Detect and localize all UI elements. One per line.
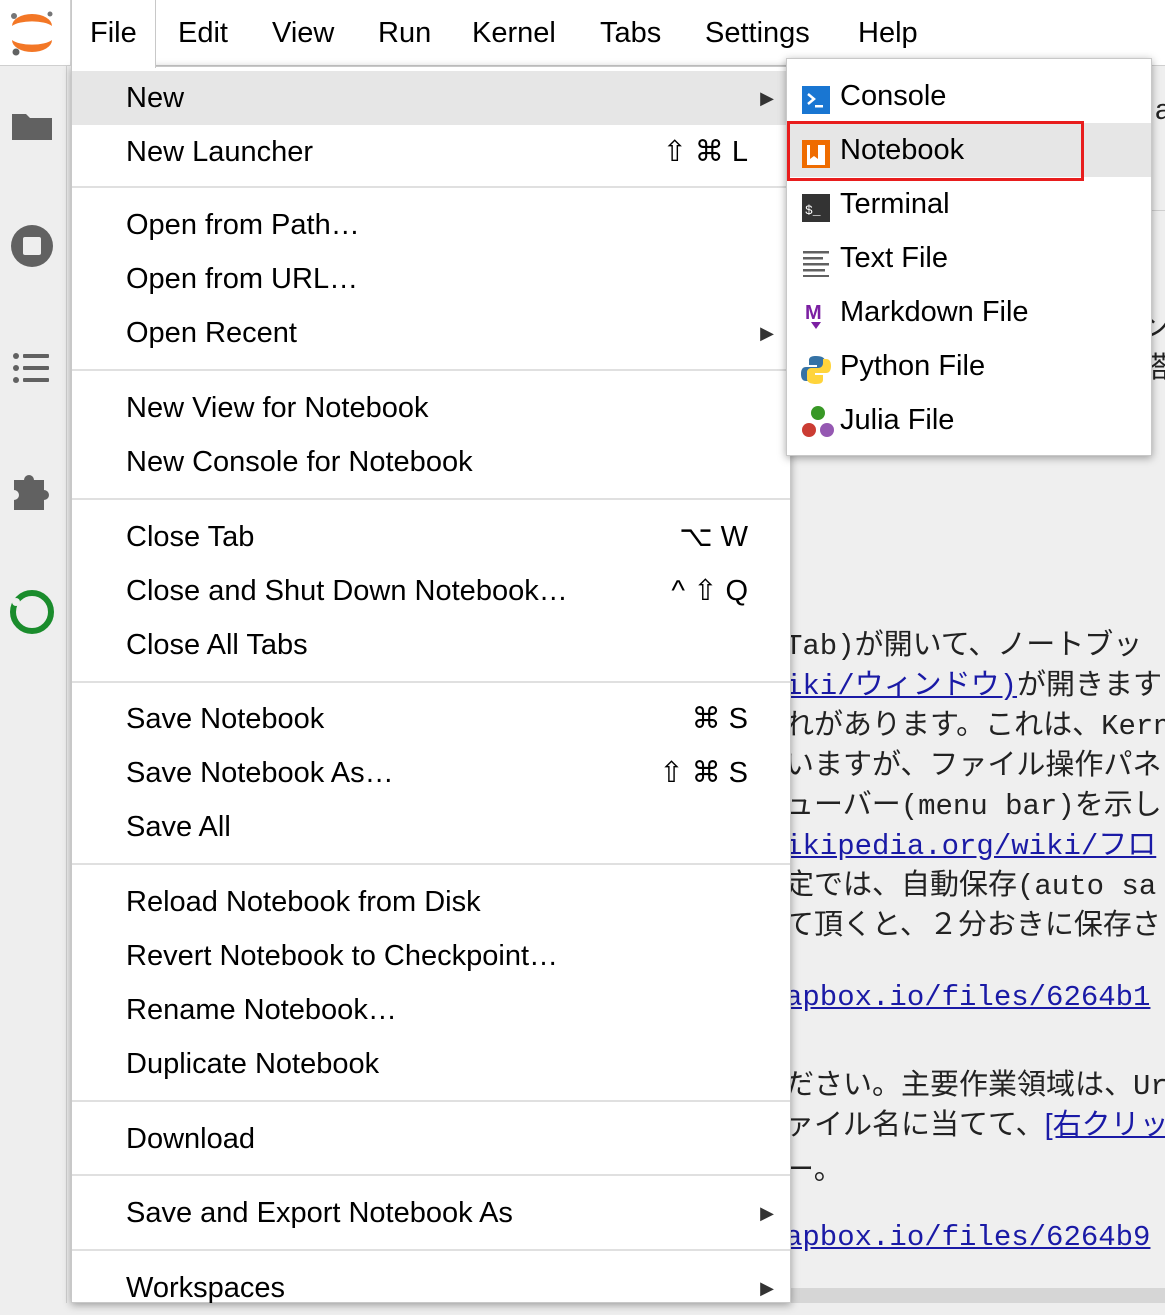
markdown-icon: M [800, 296, 832, 329]
menu-item-open-recent[interactable]: Open Recent ▶ [72, 306, 790, 360]
separator [72, 186, 790, 188]
menu-item-duplicate[interactable]: Duplicate Notebook [72, 1037, 790, 1091]
shortcut: ⇧ ⌘ L [662, 136, 748, 168]
menu-item-reload[interactable]: Reload Notebook from Disk [72, 875, 790, 929]
menu-item-new-view[interactable]: New View for Notebook [72, 381, 790, 435]
menu-help[interactable]: Help [840, 0, 936, 66]
chevron-right-icon: ▶ [760, 323, 774, 343]
folder-icon[interactable] [8, 102, 56, 150]
separator [72, 369, 790, 371]
content-fragment: a [1155, 94, 1165, 126]
shortcut: ⇧ ⌘ S [659, 757, 748, 789]
new-terminal-item[interactable]: $_ Terminal [787, 177, 1151, 231]
new-console-item[interactable]: Console [787, 69, 1151, 123]
new-markdown-file-item[interactable]: M Markdown File [787, 285, 1151, 339]
content-line: ューバー(menu bar)を示し [785, 790, 1162, 823]
horizontal-scrollbar[interactable] [785, 1288, 1165, 1303]
chevron-right-icon: ▶ [760, 1278, 774, 1298]
menu-item-download[interactable]: Download [72, 1112, 790, 1166]
file-menu: New ▶ New Launcher ⇧ ⌘ L Open from Path… O… [71, 66, 791, 1304]
menu-item-save-as[interactable]: Save Notebook As… ⇧ ⌘ S [72, 746, 790, 800]
table-of-contents-icon[interactable] [8, 344, 56, 392]
shortcut: ⌘ S [691, 703, 748, 735]
terminal-icon: $_ [800, 188, 832, 222]
svg-text:$_: $_ [805, 203, 821, 218]
menu-item-open-from-path[interactable]: Open from Path… [72, 198, 790, 252]
shortcut: ⌥ W [679, 521, 748, 553]
menu-item-revert[interactable]: Revert Notebook to Checkpoint… [72, 929, 790, 983]
content-line: れがあります。これは、Kern [785, 710, 1165, 743]
separator [72, 1249, 790, 1251]
menu-tabs[interactable]: Tabs [582, 0, 679, 66]
menu-item-rename[interactable]: Rename Notebook… [72, 983, 790, 1037]
menubar: File Edit View Run Kernel Tabs Settings … [0, 0, 1165, 68]
separator [72, 1100, 790, 1102]
running-kernels-icon[interactable] [8, 222, 56, 270]
menu-item-new[interactable]: New ▶ [72, 71, 790, 125]
extension-puzzle-icon[interactable] [8, 466, 56, 514]
menu-item-new-console[interactable]: New Console for Notebook [72, 435, 790, 489]
menu-item-save-all[interactable]: Save All [72, 800, 790, 854]
chevron-right-icon: ▶ [760, 1203, 774, 1223]
content-link[interactable]: apbox.io/files/6264b9 [785, 1221, 1150, 1254]
content-line: いますが、ファイル操作パネ [785, 750, 1162, 783]
content-line: ー。 [785, 1154, 843, 1186]
menu-item-save[interactable]: Save Notebook ⌘ S [72, 692, 790, 746]
content-link[interactable]: iki/ウィンドウ) [785, 670, 1017, 703]
separator [72, 498, 790, 500]
notebook-highlight-box [787, 121, 1084, 181]
separator [72, 863, 790, 865]
separator [72, 1174, 790, 1176]
shortcut: ^ ⇧ Q [671, 575, 748, 607]
content-line: て頂くと、２分おきに保存さ [785, 910, 1161, 943]
new-julia-file-item[interactable]: Julia File [787, 393, 1151, 447]
menu-edit[interactable]: Edit [160, 0, 246, 66]
menu-kernel[interactable]: Kernel [454, 0, 574, 66]
content-line: ァイル名に当てて、[右クリッ [785, 1101, 1165, 1143]
chevron-right-icon: ▶ [760, 88, 774, 108]
menu-item-workspaces[interactable]: Workspaces ▶ [72, 1261, 790, 1315]
git-status-icon[interactable] [8, 588, 56, 636]
content-link[interactable]: apbox.io/files/6264b1 [785, 981, 1150, 1014]
menu-item-close-tab[interactable]: Close Tab ⌥ W [72, 510, 790, 564]
left-sidebar [0, 66, 67, 1303]
menu-file[interactable]: File [71, 0, 156, 68]
text-file-icon [800, 242, 832, 277]
new-text-file-item[interactable]: Text File [787, 231, 1151, 285]
menu-item-new-launcher[interactable]: New Launcher ⇧ ⌘ L [72, 125, 790, 179]
content-line: 定では、自動保存(auto sa [785, 870, 1157, 903]
content-line: iki/ウィンドウ)が開きます [785, 669, 1163, 703]
new-submenu: Console Notebook $_ Terminal Text File M… [786, 58, 1152, 456]
content-link[interactable]: [右クリッ [1045, 1109, 1165, 1141]
separator [72, 681, 790, 683]
menu-settings[interactable]: Settings [687, 0, 828, 66]
menu-item-open-from-url[interactable]: Open from URL… [72, 252, 790, 306]
menu-view[interactable]: View [254, 0, 352, 66]
menu-item-close-all[interactable]: Close All Tabs [72, 618, 790, 672]
menu-item-export[interactable]: Save and Export Notebook As ▶ [72, 1186, 790, 1240]
content-link[interactable]: ikipedia.org/wiki/フロ [785, 821, 1156, 863]
svg-text:M: M [805, 302, 822, 324]
julia-icon [800, 404, 834, 437]
content-line: Tab)が開いて、ノートブッ [785, 630, 1143, 663]
jupyter-logo-icon[interactable] [4, 10, 60, 56]
python-icon [800, 350, 832, 384]
console-icon [800, 80, 832, 114]
menu-run[interactable]: Run [360, 0, 449, 66]
menu-item-close-shutdown[interactable]: Close and Shut Down Notebook… ^ ⇧ Q [72, 564, 790, 618]
new-python-file-item[interactable]: Python File [787, 339, 1151, 393]
content-line: ださい。主要作業領域は、Ur [785, 1070, 1165, 1103]
